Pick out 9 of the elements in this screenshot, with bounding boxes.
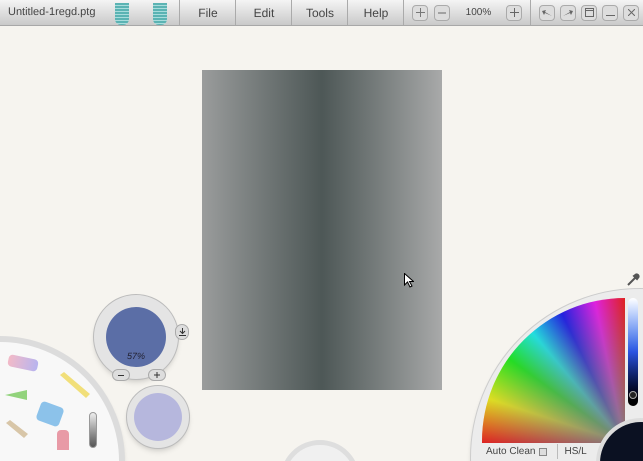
menu-item[interactable]: Help — [348, 0, 404, 25]
color-mode-toggle[interactable]: HS/L — [557, 444, 587, 459]
file-name: Untitled-1regd.ptg — [7, 5, 96, 20]
menu-item[interactable]: Tools — [292, 0, 348, 25]
zoom-level: 100% — [464, 6, 492, 20]
opacity-value: 57% — [126, 350, 145, 362]
menu-item[interactable]: File — [180, 0, 236, 25]
auto-clean-label: Auto Clean — [486, 445, 536, 459]
menu-item[interactable]: Edit — [236, 0, 292, 25]
